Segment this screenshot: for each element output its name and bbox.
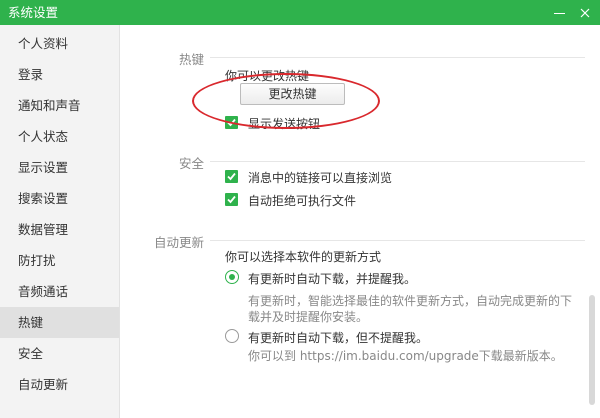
sidebar-item-hotkey[interactable]: 热键 [0, 307, 119, 338]
update-auto-notify-label: 有更新时自动下载，并提醒我。 [248, 272, 417, 286]
auto-update-section-label: 自动更新 [153, 235, 204, 250]
sidebar-item-status[interactable]: 个人状态 [0, 121, 119, 152]
hotkey-section-label: 热键 [178, 52, 204, 67]
checkmark-icon [227, 195, 236, 204]
close-icon[interactable] [572, 0, 598, 25]
minimize-icon[interactable] [546, 0, 572, 25]
settings-sidebar: 个人资料 登录 通知和声音 个人状态 显示设置 搜索设置 数据管理 防打扰 音频… [0, 25, 120, 418]
sidebar-item-dnd[interactable]: 防打扰 [0, 245, 119, 276]
auto-update-divider [210, 240, 585, 241]
sidebar-item-audio-call[interactable]: 音频通话 [0, 276, 119, 307]
links-browse-label: 消息中的链接可以直接浏览 [248, 171, 393, 185]
links-browse-checkbox[interactable] [225, 170, 238, 183]
update-silent-radio[interactable] [225, 329, 239, 343]
update-auto-notify-detail-1: 有更新时，智能选择最佳的软件更新方式，自动完成更新的下 [248, 294, 573, 308]
auto-update-description: 你可以选择本软件的更新方式 [225, 250, 382, 264]
sidebar-item-security[interactable]: 安全 [0, 338, 119, 369]
hotkey-divider [210, 57, 585, 58]
sidebar-item-data[interactable]: 数据管理 [0, 214, 119, 245]
security-section-label: 安全 [178, 156, 204, 171]
update-silent-detail: 你可以到 https://im.baidu.com/upgrade下载最新版本。 [248, 349, 563, 363]
reject-exe-label: 自动拒绝可执行文件 [248, 194, 357, 208]
security-divider [210, 161, 585, 162]
checkmark-icon [227, 172, 236, 181]
sidebar-item-login[interactable]: 登录 [0, 59, 119, 90]
sidebar-item-search[interactable]: 搜索设置 [0, 183, 119, 214]
update-silent-label: 有更新时自动下载，但不提醒我。 [248, 331, 429, 345]
title-bar: 系统设置 [0, 0, 600, 25]
update-auto-notify-detail-2: 载并及时提醒你安装。 [248, 310, 369, 324]
window-title: 系统设置 [8, 5, 59, 20]
reject-exe-checkbox[interactable] [225, 193, 238, 206]
update-auto-notify-radio[interactable] [225, 270, 239, 284]
sidebar-item-profile[interactable]: 个人资料 [0, 28, 119, 59]
sidebar-item-notifications[interactable]: 通知和声音 [0, 90, 119, 121]
settings-content: 热键 你可以更改热键 更改热键 显示发送按钮 安全 消息中的链接可以直接浏览 自… [121, 25, 600, 418]
sidebar-item-display[interactable]: 显示设置 [0, 152, 119, 183]
sidebar-item-auto-update[interactable]: 自动更新 [0, 369, 119, 400]
annotation-ellipse [192, 73, 380, 129]
content-scrollbar[interactable] [589, 295, 595, 405]
